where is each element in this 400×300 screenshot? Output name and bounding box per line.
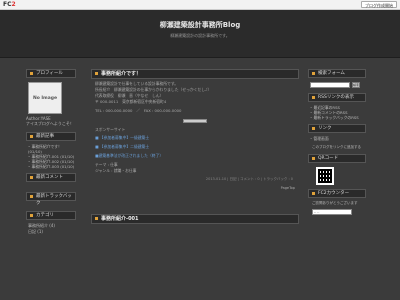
add-link-note[interactable]: このブログをリンクに追加する [312,145,366,150]
links-list: 管理画面 [310,136,366,141]
search-button[interactable]: 検索 [352,82,360,88]
profile-avatar: No Image [28,82,62,114]
entry-link[interactable]: ■ 【参加者募集中】二級建築士 [95,144,295,150]
entry-image[interactable] [183,119,207,123]
link-item[interactable]: 管理画面 [310,136,366,141]
entry-tel: TEL : 000-000-0000 ／ FAX : 000-000-0000 [95,108,182,113]
content-area: プロフィール No Image Author:YASE ナイスブログへようこそ！… [0,58,400,300]
entry-genre[interactable]: ジャンル : 就職・お仕事 [95,168,295,174]
qr-code-image [316,167,334,185]
pagetop-link[interactable]: PageTop [95,186,295,190]
recent-trackbacks-heading: 最新トラックバック [26,192,76,206]
profile-welcome: ナイスブログへようこそ！ [26,121,74,126]
fc2-topbar: FC2 ブログ作成開始 [0,0,400,10]
profile-heading: プロフィール [26,69,76,78]
left-sidebar: プロフィール No Image Author:YASE ナイスブログへようこそ！… [26,69,76,235]
sponsor-label: スポンサーサイト [95,127,126,132]
entry-footer[interactable]: 2013-01-10 | 日記 | コメント : 0 | トラックバック : 0 [95,177,295,182]
create-blog-button[interactable]: ブログ作成開始 [361,1,397,8]
entry-link[interactable]: ■ 【参加者募集中】一級建築士 [95,135,295,141]
blog-subtitle: 柳瀬建築設計の設計事務所です。 [170,33,230,38]
rss-heading: RSSリンクの表示 [308,93,366,102]
recent-comments-heading: 最新コメント [26,173,76,182]
rss-item[interactable]: 最新トラックバックのRSS [310,115,366,120]
recent-post-item[interactable]: 事務所紹介-003 (01/10) [28,164,76,169]
blog-title[interactable]: 柳瀬建築設計事務所Blog [0,20,400,30]
entry-title[interactable]: 事務所紹介です！ [91,69,299,79]
recent-post-item[interactable]: 事務所紹介です！ (01/10) [28,144,76,154]
counter-heading: FC2カウンター [308,189,366,198]
next-entry-title[interactable]: 事務所紹介-001 [91,214,299,224]
fc2-logo[interactable]: FC2 [3,1,16,8]
recent-posts-heading: 最新記事 [26,132,76,141]
counter-select[interactable]: -- -- [312,209,352,215]
links-heading: リンク [308,124,366,133]
search-heading: 検索フォーム [308,69,366,78]
blog-header: 柳瀬建築設計事務所Blog 柳瀬建築設計の設計事務所です。 [0,10,400,58]
category-item[interactable]: 日記 (1) [28,229,76,235]
counter-note: ご訪問ありがとうございます [312,201,358,205]
entry-body: 柳瀬建築設計で仕事をしている設計事務所です。 所長紹介 柳瀬建築設計の仕事からか… [91,79,299,192]
qr-heading: QRコード [308,154,366,163]
main-column: 事務所紹介です！ 柳瀬建築設計で仕事をしている設計事務所です。 所長紹介 柳瀬建… [91,69,299,224]
entry-line: 〒 000-0011 東京都新宿区中央新宿町4 [95,99,167,104]
entry-link[interactable]: ■建築基準法が改正されました（終了） [95,153,295,159]
recent-posts-list: 事務所紹介です！ (01/10) 事務所紹介-001 (01/10) 事務所紹介… [28,144,76,169]
search-form: 検索 [310,82,366,88]
category-heading: カテゴリ [26,211,76,220]
rss-list: 最近記事のRSS 最新コメントのRSS 最新トラックバックのRSS [310,105,366,120]
right-sidebar: 検索フォーム 検索 RSSリンクの表示 最近記事のRSS 最新コメントのRSS … [308,69,366,217]
search-input[interactable] [310,82,350,88]
